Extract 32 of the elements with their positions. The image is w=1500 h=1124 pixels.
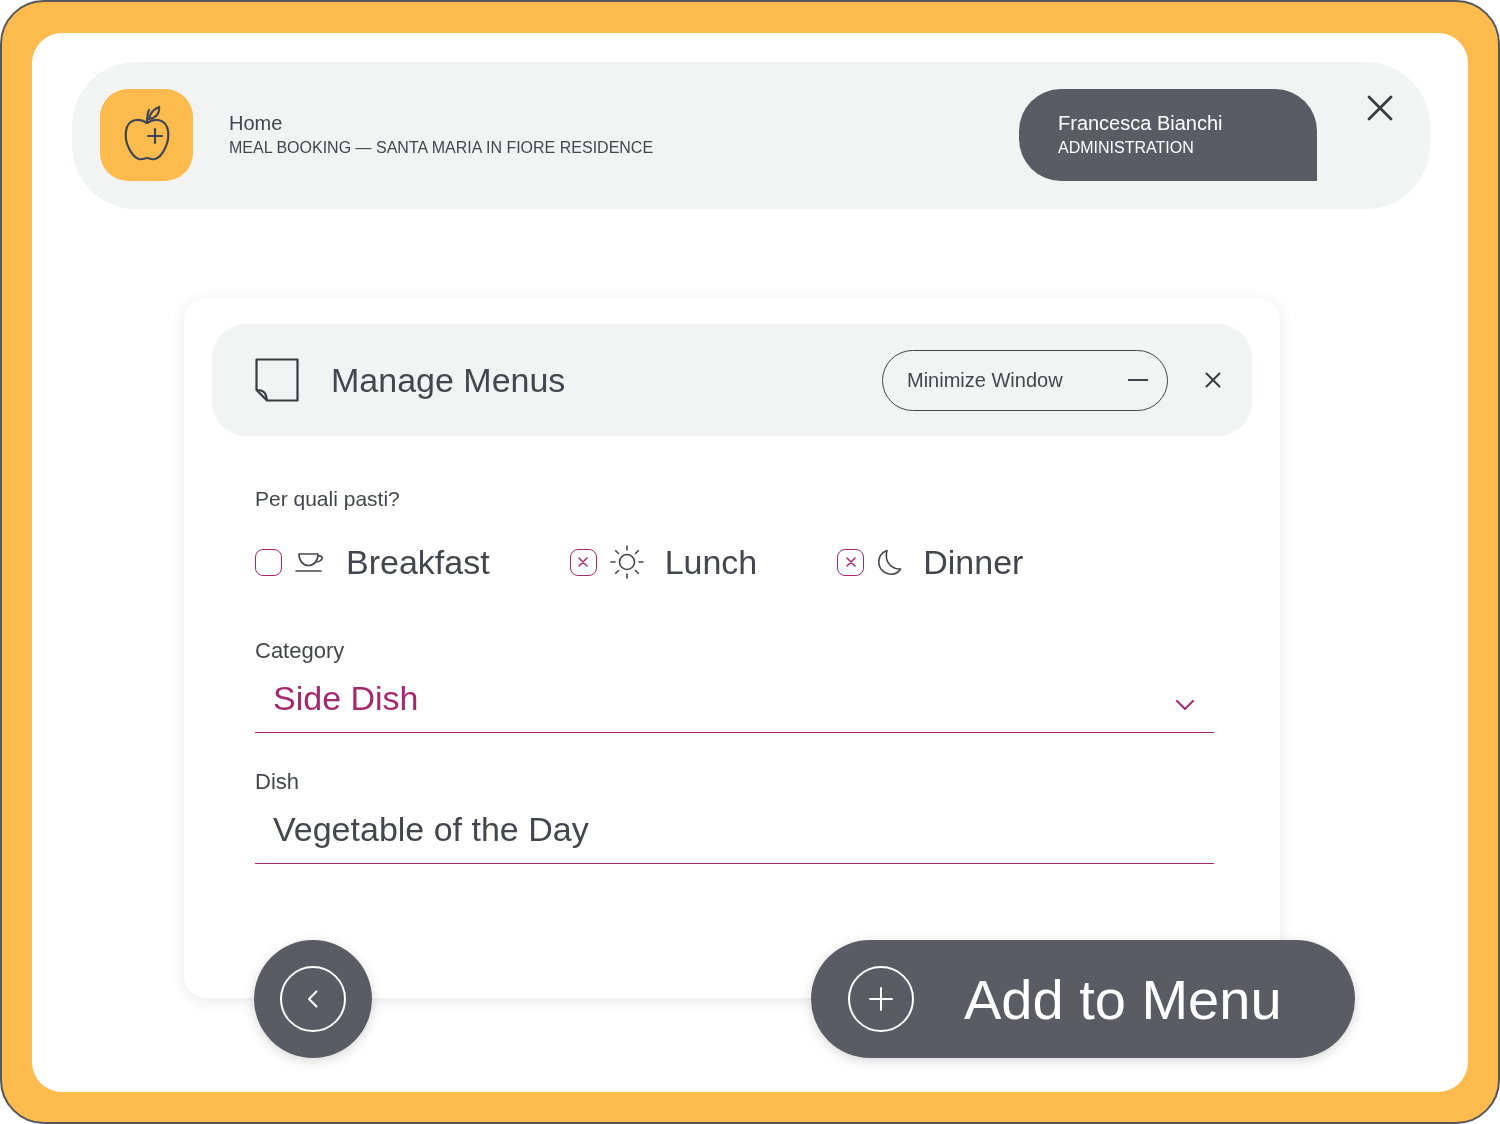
close-icon — [1367, 95, 1393, 121]
close-button[interactable] — [1205, 372, 1221, 388]
sun-icon — [609, 545, 644, 579]
category-select[interactable]: Side Dish — [255, 664, 1214, 733]
note-icon — [255, 358, 299, 402]
chevron-left-icon — [280, 966, 346, 1032]
chevron-down-icon — [1176, 700, 1194, 710]
question-label: Per quali pasti? — [255, 486, 400, 512]
meal-label: Breakfast — [346, 542, 490, 582]
cross-mark-icon — [845, 557, 856, 567]
checkbox[interactable] — [837, 548, 865, 576]
moon-icon — [877, 548, 903, 576]
close-icon — [1205, 372, 1221, 388]
field-label: Category — [255, 638, 345, 664]
cup-icon — [295, 551, 325, 573]
user-role: ADMINISTRATION — [1058, 138, 1194, 158]
close-button[interactable] — [1367, 95, 1393, 121]
cross-mark-icon — [578, 557, 589, 567]
user-name: Francesca Bianchi — [1058, 111, 1223, 135]
meal-label: Lunch — [664, 542, 758, 582]
dish-input[interactable]: Vegetable of the Day — [255, 795, 1214, 864]
checkbox[interactable] — [255, 548, 282, 576]
add-to-menu-button[interactable]: Add to Menu — [811, 940, 1355, 1058]
page-subtitle: MEAL BOOKING — SANTA MARIA IN FIORE RESIDENCE — [229, 138, 654, 158]
field-label: Dish — [255, 769, 299, 795]
page-title: Home — [229, 111, 283, 135]
checkbox[interactable] — [569, 548, 597, 576]
meal-label: Dinner — [923, 542, 1024, 582]
dialog-title: Manage Menus — [331, 360, 566, 400]
apple-icon — [100, 89, 193, 181]
minus-icon — [1128, 379, 1148, 381]
plus-icon — [848, 966, 914, 1032]
